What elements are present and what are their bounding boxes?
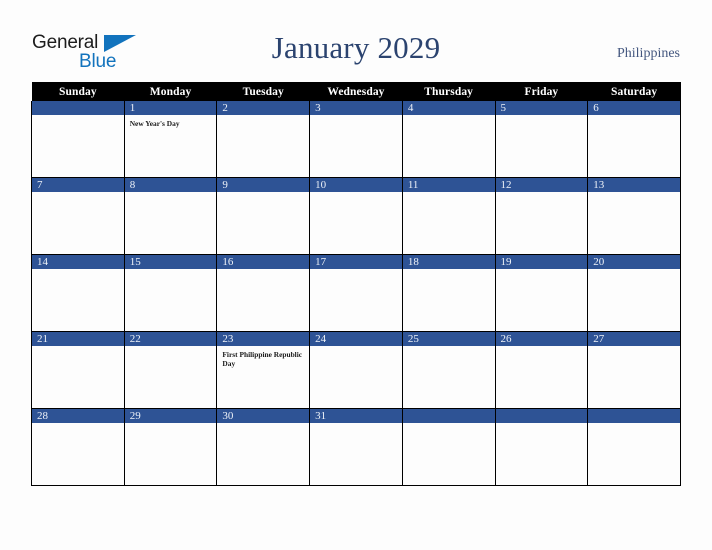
calendar-day-cell[interactable]: 7 bbox=[31, 177, 125, 255]
calendar-day-cell[interactable]: 28 bbox=[31, 408, 125, 486]
day-number: 7 bbox=[32, 178, 124, 192]
weekday-header-tuesday: Tuesday bbox=[216, 82, 310, 101]
day-number: 6 bbox=[588, 101, 680, 115]
calendar-day-cell[interactable]: 21 bbox=[31, 331, 125, 409]
weekday-header-friday: Friday bbox=[495, 82, 588, 101]
day-number: 16 bbox=[217, 255, 310, 269]
calendar-week-row: 14 15 16 17 18 19 20 bbox=[31, 254, 681, 332]
holiday-label: New Year's Day bbox=[129, 119, 180, 128]
day-number: 10 bbox=[310, 178, 402, 192]
day-number: 23 bbox=[217, 332, 310, 346]
day-number bbox=[495, 409, 588, 423]
calendar-day-cell[interactable]: 14 bbox=[31, 254, 125, 332]
calendar-day-cell[interactable]: 2 bbox=[216, 101, 311, 178]
calendar-day-cell[interactable]: 31 bbox=[309, 408, 403, 486]
calendar-day-cell[interactable]: 12 bbox=[494, 177, 589, 255]
calendar-day-cell[interactable]: 30 bbox=[216, 408, 311, 486]
day-number: 5 bbox=[495, 101, 588, 115]
calendar-day-cell[interactable]: 13 bbox=[587, 177, 681, 255]
day-number: 17 bbox=[310, 255, 402, 269]
calendar-day-cell[interactable]: 5 bbox=[494, 101, 589, 178]
day-number bbox=[32, 101, 124, 115]
calendar-day-cell[interactable]: 4 bbox=[401, 101, 496, 178]
calendar-day-cell[interactable]: 18 bbox=[401, 254, 496, 332]
calendar-page: General Blue January 2029 Philippines Su… bbox=[0, 0, 712, 550]
calendar-day-cell[interactable]: 6 bbox=[587, 101, 681, 178]
calendar-day-cell[interactable]: 1 New Year's Day bbox=[123, 101, 218, 178]
weekday-header-wednesday: Wednesday bbox=[309, 82, 403, 101]
calendar-day-cell[interactable]: 25 bbox=[401, 331, 496, 409]
calendar-empty-cell[interactable] bbox=[401, 408, 496, 486]
day-number: 4 bbox=[402, 101, 495, 115]
calendar-day-cell[interactable]: 11 bbox=[401, 177, 496, 255]
page-header: General Blue January 2029 Philippines bbox=[0, 0, 712, 82]
day-number: 18 bbox=[402, 255, 495, 269]
calendar-week-row: 28 29 30 31 bbox=[31, 408, 681, 486]
day-number: 29 bbox=[124, 409, 217, 423]
calendar-day-cell[interactable]: 22 bbox=[123, 331, 218, 409]
calendar-day-cell[interactable]: 29 bbox=[123, 408, 218, 486]
day-number: 8 bbox=[124, 178, 217, 192]
calendar-day-cell[interactable]: 3 bbox=[309, 101, 403, 178]
calendar-empty-cell[interactable] bbox=[587, 408, 681, 486]
calendar-day-cell[interactable]: 16 bbox=[216, 254, 311, 332]
calendar-week-row: 1 New Year's Day 2 3 4 5 6 bbox=[31, 101, 681, 178]
calendar-week-row: 21 22 23 First Philippine Republic Day 24 25 2… bbox=[31, 331, 681, 409]
calendar-day-cell[interactable]: 27 bbox=[587, 331, 681, 409]
day-number: 2 bbox=[217, 101, 310, 115]
calendar-day-cell[interactable]: 8 bbox=[123, 177, 218, 255]
day-number: 27 bbox=[588, 332, 680, 346]
day-number: 30 bbox=[217, 409, 310, 423]
day-number: 28 bbox=[32, 409, 124, 423]
weekday-header-sunday: Sunday bbox=[31, 82, 125, 101]
calendar-empty-cell[interactable] bbox=[31, 101, 125, 178]
calendar-day-cell[interactable]: 10 bbox=[309, 177, 403, 255]
weekday-header-row: Sunday Monday Tuesday Wednesday Thursday Frid… bbox=[31, 82, 681, 101]
calendar-week-row: 7 8 9 10 11 12 13 bbox=[31, 177, 681, 255]
weekday-header-thursday: Thursday bbox=[402, 82, 496, 101]
calendar-table-wrapper: Sunday Monday Tuesday Wednesday Thursday Frid… bbox=[31, 82, 681, 486]
calendar-day-cell[interactable]: 17 bbox=[309, 254, 403, 332]
day-number bbox=[402, 409, 495, 423]
day-number: 22 bbox=[124, 332, 217, 346]
calendar-table: Sunday Monday Tuesday Wednesday Thursday Frid… bbox=[31, 82, 681, 486]
day-number bbox=[588, 409, 680, 423]
day-number: 15 bbox=[124, 255, 217, 269]
calendar-day-cell[interactable]: 20 bbox=[587, 254, 681, 332]
day-number: 3 bbox=[310, 101, 402, 115]
day-number: 25 bbox=[402, 332, 495, 346]
calendar-day-cell[interactable]: 24 bbox=[309, 331, 403, 409]
day-number: 13 bbox=[588, 178, 680, 192]
calendar-day-cell[interactable]: 9 bbox=[216, 177, 311, 255]
day-number: 12 bbox=[495, 178, 588, 192]
day-number: 21 bbox=[32, 332, 124, 346]
weekday-header-saturday: Saturday bbox=[587, 82, 681, 101]
day-number: 11 bbox=[402, 178, 495, 192]
country-label: Philippines bbox=[616, 46, 680, 61]
calendar-empty-cell[interactable] bbox=[494, 408, 589, 486]
day-number: 19 bbox=[495, 255, 588, 269]
calendar-body: 1 New Year's Day 2 3 4 5 6 7 8 9 10 11 12 13 14 15 16 17 1… bbox=[31, 101, 681, 486]
day-number: 26 bbox=[495, 332, 588, 346]
calendar-day-cell[interactable]: 15 bbox=[123, 254, 218, 332]
day-number: 1 bbox=[124, 101, 217, 115]
calendar-day-cell[interactable]: 26 bbox=[494, 331, 589, 409]
weekday-header-monday: Monday bbox=[124, 82, 217, 101]
calendar-day-cell[interactable]: 23 First Philippine Republic Day bbox=[216, 331, 311, 409]
day-number: 20 bbox=[588, 255, 680, 269]
day-number: 9 bbox=[217, 178, 310, 192]
day-number: 24 bbox=[310, 332, 402, 346]
page-title: January 2029 bbox=[271, 30, 441, 65]
holiday-label: First Philippine Republic Day bbox=[222, 350, 303, 369]
day-number: 14 bbox=[32, 255, 124, 269]
day-number: 31 bbox=[310, 409, 402, 423]
calendar-day-cell[interactable]: 19 bbox=[494, 254, 589, 332]
